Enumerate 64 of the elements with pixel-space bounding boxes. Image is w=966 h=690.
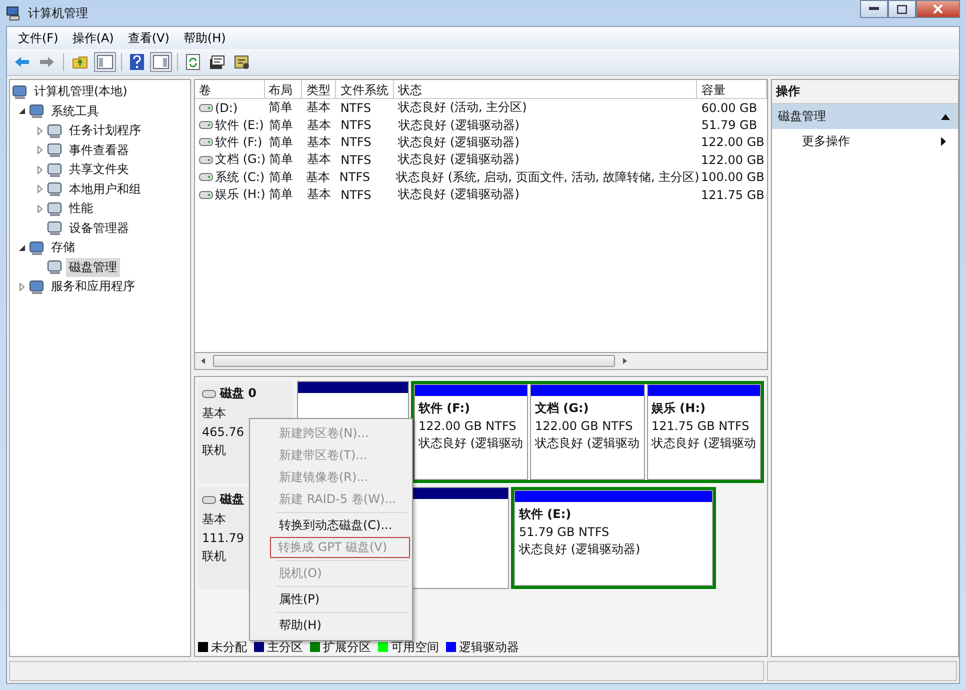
table-cell: 51.79 GB <box>701 118 758 132</box>
disk-size: 465.76 <box>202 425 244 439</box>
legend-label: 逻辑驱动器 <box>459 638 519 656</box>
table-cell: 状态良好 (逻辑驱动器) <box>398 186 520 204</box>
partition-size: 122.00 GB NTFS <box>418 419 518 433</box>
legend-label: 可用空间 <box>391 638 439 656</box>
table-cell: 122.00 GB <box>701 135 764 150</box>
table-cell: 60.00 GB <box>701 100 758 115</box>
actions-header: 操作 <box>772 80 958 104</box>
table-cell: 状态良好 (系统, 启动, 页面文件, 活动, 故障转储, 主分区) <box>396 168 700 186</box>
section-title: 磁盘管理 <box>778 108 826 125</box>
table-cell: 文档 (G:) <box>215 151 266 168</box>
table-cell: 简单 <box>268 99 293 116</box>
table-cell: 系统 (C:) <box>215 168 265 186</box>
table-cell: NTFS <box>340 188 372 202</box>
table-cell: NTFS <box>340 118 372 132</box>
table-cell: 软件 (F:) <box>215 134 262 151</box>
table-cell: 121.75 GB <box>701 188 764 202</box>
legend-label: 主分区 <box>267 638 303 656</box>
table-cell: 状态良好 (活动, 主分区) <box>398 99 527 116</box>
table-cell: 状态良好 (逻辑驱动器) <box>398 151 520 168</box>
table-cell: 简单 <box>269 168 293 186</box>
table-cell: 娱乐 (H:) <box>215 186 266 204</box>
table-cell: 简单 <box>269 186 293 204</box>
table-cell: NTFS <box>340 100 371 115</box>
disk-type: 基本 <box>202 405 226 422</box>
partition-name: 文档 (G:) <box>535 400 590 417</box>
table-cell: (D:) <box>215 100 238 115</box>
table-cell: NTFS <box>340 152 372 167</box>
table-cell: 简单 <box>269 134 293 151</box>
partition-status: 状态良好 (逻辑驱动 <box>535 435 640 452</box>
table-cell: NTFS <box>340 135 372 150</box>
partition-size: 51.79 GB NTFS <box>519 525 610 539</box>
table-cell: 基本 <box>306 186 331 204</box>
partition-status: 状态良好 (逻辑驱动器) <box>519 541 642 558</box>
table-cell: 简单 <box>269 151 293 168</box>
disk-status: 联机 <box>202 548 226 565</box>
disk-size: 111.79 <box>202 531 244 545</box>
table-cell: NTFS <box>339 170 370 184</box>
partition-status: 状态良好 (逻辑驱动 <box>652 435 756 452</box>
partition-status: 状态良好 (逻辑驱动 <box>418 435 523 452</box>
table-cell: 简单 <box>269 116 293 134</box>
legend-label: 未分配 <box>211 638 247 656</box>
partition-name: 软件 (E:) <box>519 506 572 523</box>
table-cell: 基本 <box>306 99 330 116</box>
disk-name: 磁盘 0 <box>220 385 257 402</box>
partition-size: 122.00 GB NTFS <box>535 419 634 433</box>
partition-name: 软件 (F:) <box>418 400 471 417</box>
table-cell: 软件 (E:) <box>215 116 264 134</box>
window-title: 计算机管理 <box>28 4 88 22</box>
legend-label: 扩展分区 <box>323 638 371 656</box>
disk-name: 磁盘 <box>220 491 244 508</box>
partition-size: 121.75 GB NTFS <box>652 419 750 433</box>
table-cell: 基本 <box>306 168 330 186</box>
disk-type: 基本 <box>202 511 226 528</box>
table-cell: 122.00 GB <box>701 152 764 167</box>
table-cell: 基本 <box>306 134 331 151</box>
disk-status: 联机 <box>202 442 226 459</box>
partition-name: 娱乐 (H:) <box>652 400 706 417</box>
table-cell: 状态良好 (逻辑驱动器) <box>398 134 520 151</box>
table-cell: 基本 <box>306 116 331 134</box>
table-cell: 100.00 GB <box>701 170 764 184</box>
table-cell: 状态良好 (逻辑驱动器) <box>398 116 520 134</box>
table-cell: 基本 <box>306 151 331 168</box>
